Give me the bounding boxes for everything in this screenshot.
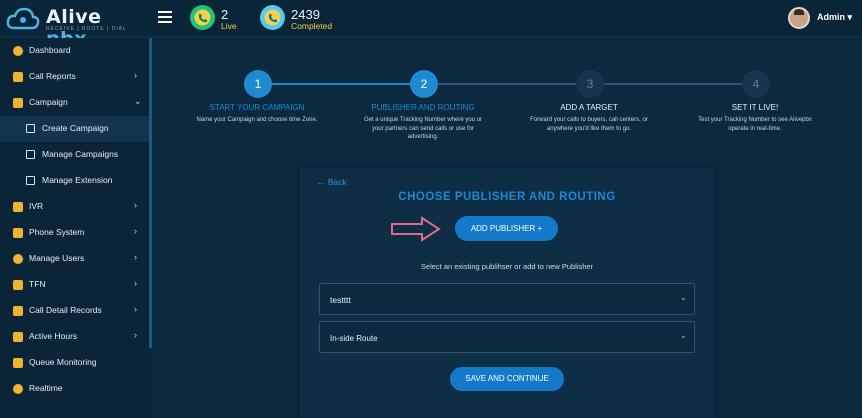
step-description: Test your Tracking Number to see Alivepb… <box>698 117 812 132</box>
caret-down-icon: ▾ <box>845 12 853 22</box>
completed-label: Completed <box>291 21 333 31</box>
sidebar-item-label: IVR <box>29 201 44 211</box>
clock-icon <box>13 384 23 394</box>
sidebar-item-label: TFN <box>29 279 46 289</box>
sidebar: Dashboard Call Reports › Campaign ⌄ Crea… <box>0 38 151 418</box>
publisher-select-value: testttt <box>330 295 351 305</box>
cloud-logo-icon <box>6 7 40 30</box>
sidebar-scrollbar[interactable] <box>149 38 152 348</box>
step-number: 3 <box>576 70 604 98</box>
list-icon <box>13 280 23 290</box>
card-title: CHOOSE PUBLISHER AND ROUTING <box>398 191 616 203</box>
chevron-right-icon: › <box>134 278 137 288</box>
sidebar-item-ivr[interactable]: IVR › <box>0 194 149 220</box>
megaphone-icon <box>13 98 23 108</box>
sidebar-item-label: Queue Monitoring <box>29 357 97 367</box>
sidebar-item-manage-extension[interactable]: Manage Extension <box>0 168 149 194</box>
step-number: 1 <box>244 70 272 98</box>
logo[interactable]: Alive pbx RECEIVE | ROUTE | DIAL <box>6 4 146 50</box>
sidebar-item-create-campaign[interactable]: Create Campaign <box>0 116 149 142</box>
publisher-select[interactable]: testttt ⌄ <box>319 283 695 315</box>
route-select-value: In-side Route <box>330 334 378 343</box>
back-link[interactable]: ← Back <box>317 177 347 187</box>
step-description: Name your Campaign and choose time Zone. <box>196 117 318 123</box>
step-description: Get a unique Tracking Number where you o… <box>363 117 483 141</box>
menu-toggle-icon[interactable] <box>158 11 172 23</box>
sidebar-item-active-hours[interactable]: Active Hours › <box>0 324 149 350</box>
copy-icon <box>26 176 35 185</box>
step-number: 4 <box>742 70 770 98</box>
chevron-right-icon: › <box>134 70 137 80</box>
sidebar-item-manage-campaigns[interactable]: Manage Campaigns <box>0 142 149 168</box>
arrow-right-icon <box>391 216 441 242</box>
sidebar-item-call-reports[interactable]: Call Reports › <box>0 64 149 90</box>
live-count: 2 <box>221 7 229 22</box>
phone-system-icon <box>13 228 23 238</box>
top-bar: Alive pbx RECEIVE | ROUTE | DIAL 2 Live … <box>0 0 862 50</box>
publisher-routing-card: ← Back CHOOSE PUBLISHER AND ROUTING ADD … <box>300 167 714 418</box>
sidebar-item-campaign[interactable]: Campaign ⌄ <box>0 90 149 116</box>
phone-tree-icon <box>13 202 23 212</box>
copy-icon <box>26 124 35 133</box>
step-connector-done <box>272 83 418 85</box>
step-title: ADD A TARGET <box>560 103 618 112</box>
monitor-icon <box>13 358 23 368</box>
user-name: Admin <box>817 12 845 22</box>
chevron-right-icon: › <box>134 252 137 262</box>
sidebar-item-phone-system[interactable]: Phone System › <box>0 220 149 246</box>
sidebar-item-label: Active Hours <box>29 331 78 341</box>
chevron-right-icon: › <box>134 330 137 340</box>
sidebar-item-label: Realtime <box>29 383 63 393</box>
user-icon <box>13 254 23 264</box>
step-description: Forward your calls to buyers, call cente… <box>530 117 648 132</box>
phone-gear-icon <box>13 72 23 82</box>
user-menu[interactable]: Admin ▾ <box>817 12 852 23</box>
chevron-right-icon: › <box>134 200 137 210</box>
route-select[interactable]: In-side Route ⌄ <box>319 321 695 353</box>
sidebar-item-label: Manage Extension <box>42 175 113 185</box>
sidebar-item-call-detail-records[interactable]: Call Detail Records › <box>0 298 149 324</box>
sidebar-item-queue-monitoring[interactable]: Queue Monitoring <box>0 350 149 376</box>
chevron-right-icon: › <box>134 226 137 236</box>
record-icon <box>13 306 23 316</box>
sidebar-item-tfn[interactable]: TFN › <box>0 272 149 298</box>
sidebar-item-label: Call Reports <box>29 71 76 81</box>
sidebar-item-label: Manage Users <box>29 253 85 263</box>
sidebar-item-label: Phone System <box>29 227 85 237</box>
phone-live-icon <box>190 5 215 30</box>
chevron-right-icon: › <box>134 304 137 314</box>
save-and-continue-button[interactable]: SAVE AND CONTINUE <box>450 367 564 391</box>
copy-icon <box>26 150 35 159</box>
publisher-hint: Select an existing publihser or add to n… <box>420 262 594 271</box>
sidebar-item-realtime[interactable]: Realtime <box>0 376 149 402</box>
step-title: PUBLISHER AND ROUTING <box>371 103 475 112</box>
sidebar-item-dashboard[interactable]: Dashboard <box>0 38 149 64</box>
live-label: Live <box>221 21 237 31</box>
phone-completed-icon <box>260 5 285 30</box>
chevron-down-icon: ⌄ <box>680 331 687 340</box>
sidebar-item-label: Dashboard <box>29 45 71 55</box>
brand-tagline: RECEIVE | ROUTE | DIAL <box>46 26 127 32</box>
chevron-down-icon: ⌄ <box>134 96 142 106</box>
step-title: SET IT LIVE! <box>731 103 779 112</box>
add-publisher-button[interactable]: ADD PUBLISHER + <box>455 216 558 241</box>
avatar[interactable] <box>788 7 810 29</box>
step-title: START YOUR CAMPAIGN <box>209 103 305 112</box>
sidebar-item-manage-users[interactable]: Manage Users › <box>0 246 149 272</box>
sidebar-item-label: Call Detail Records <box>29 305 102 315</box>
chevron-down-icon: ⌄ <box>680 293 687 302</box>
sidebar-item-label: Manage Campaigns <box>42 149 119 159</box>
completed-count: 2439 <box>291 7 320 22</box>
step-number: 2 <box>410 70 438 98</box>
step-connector <box>604 83 750 85</box>
hours-icon <box>13 332 23 342</box>
clock-icon <box>13 46 23 56</box>
sidebar-item-label: Campaign <box>29 97 68 107</box>
step-connector <box>438 83 584 85</box>
sidebar-item-label: Create Campaign <box>42 123 109 133</box>
